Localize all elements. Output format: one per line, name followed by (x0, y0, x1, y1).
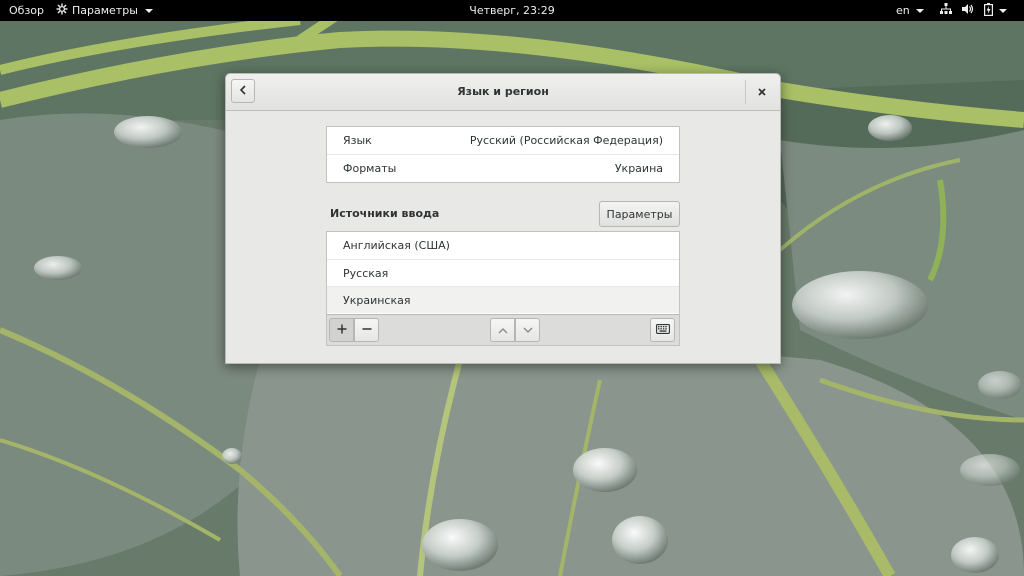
top-bar: Обзор Параметры Четверг, 23:29 en (0, 0, 1024, 21)
formats-row[interactable]: Форматы Украина (327, 154, 679, 181)
input-options-label: Параметры (606, 207, 673, 221)
close-button[interactable] (750, 80, 774, 104)
language-row[interactable]: Язык Русский (Российская Федерация) (327, 127, 679, 154)
chevron-down-icon (144, 8, 153, 13)
clock: Четверг, 23:29 (0, 0, 1024, 21)
settings-app-icon (56, 3, 68, 18)
battery-icon (984, 2, 994, 19)
list-item[interactable]: Украинская (327, 286, 679, 313)
remove-icon (362, 322, 372, 338)
input-sources-toolbar (326, 314, 680, 346)
app-menu-label: Параметры (72, 4, 138, 17)
input-source-label: Русская (343, 267, 389, 280)
language-label: Язык (343, 134, 372, 147)
input-source-label: Украинская (343, 294, 411, 307)
dialog-title: Язык и регион (457, 85, 549, 98)
input-sources-heading: Источники ввода (330, 207, 440, 220)
keyboard-layout-icon (655, 322, 670, 338)
list-item[interactable]: Русская (327, 259, 679, 286)
keyboard-layout-indicator[interactable]: en (896, 0, 924, 21)
input-source-label: Английская (США) (343, 239, 450, 252)
add-input-source-button[interactable] (329, 318, 354, 342)
list-item[interactable]: Английская (США) (327, 232, 679, 259)
region-settings-list: Язык Русский (Российская Федерация) Форм… (326, 126, 680, 183)
clock-label[interactable]: Четверг, 23:29 (469, 4, 554, 17)
add-icon (337, 322, 347, 338)
move-up-icon (498, 322, 508, 338)
show-keyboard-layout-button[interactable] (650, 318, 675, 342)
formats-label: Форматы (343, 162, 397, 175)
app-menu-button[interactable]: Параметры (56, 0, 153, 21)
formats-value: Украина (614, 162, 663, 175)
network-icon (940, 3, 952, 18)
remove-input-source-button[interactable] (354, 318, 379, 342)
input-options-button[interactable]: Параметры (599, 201, 680, 227)
system-menu[interactable] (940, 0, 1007, 21)
dialog-header-bar: Язык и регион (226, 74, 780, 111)
move-down-button[interactable] (515, 318, 540, 342)
back-button[interactable] (231, 79, 255, 103)
power-menu-arrow-icon (999, 8, 1007, 13)
close-icon (758, 85, 766, 100)
input-sources-list: Английская (США) Русская Украинская (326, 231, 680, 315)
keyboard-layout-label: en (896, 4, 910, 17)
activities-button[interactable]: Обзор (9, 0, 44, 21)
language-value: Русский (Российская Федерация) (469, 134, 663, 147)
volume-icon (962, 3, 974, 18)
chevron-left-icon (239, 84, 247, 98)
move-up-button[interactable] (490, 318, 515, 342)
activities-label: Обзор (9, 4, 45, 17)
chevron-down-icon (915, 8, 924, 13)
move-down-icon (523, 322, 533, 338)
header-separator (745, 80, 746, 104)
